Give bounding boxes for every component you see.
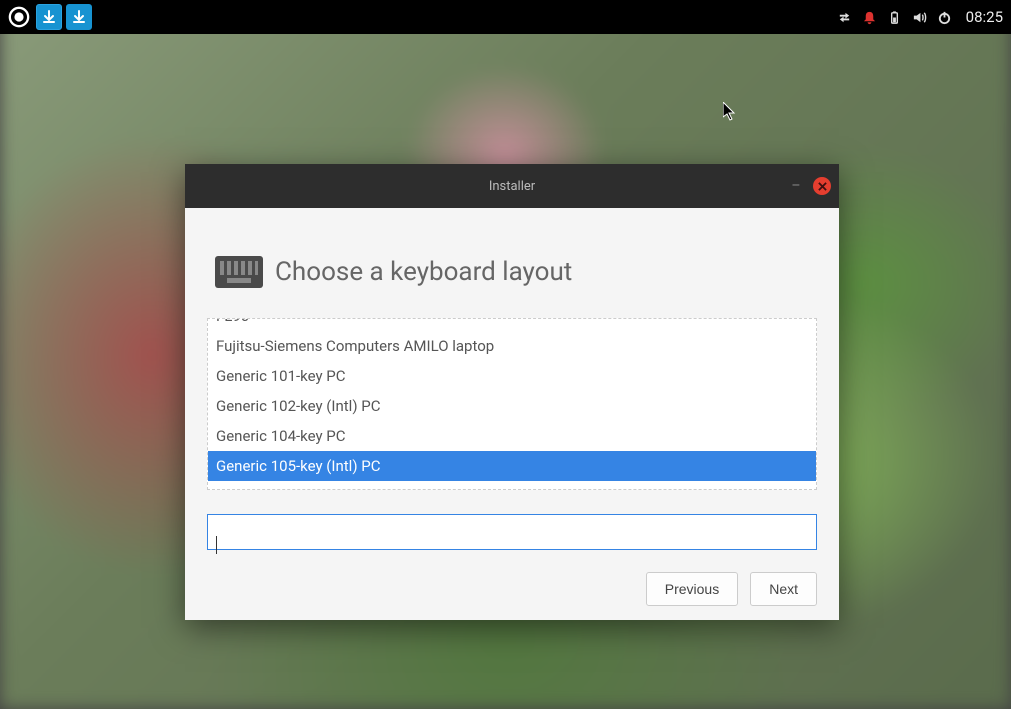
previous-button[interactable]: Previous <box>646 572 738 606</box>
list-item[interactable]: Generic 105-key (Intl) PC <box>208 451 816 481</box>
text-cursor <box>216 536 217 554</box>
list-item[interactable]: Generic 104-key PC <box>208 421 816 451</box>
clock[interactable]: 08:25 <box>962 8 1003 26</box>
battery-icon[interactable] <box>887 10 902 25</box>
power-icon[interactable] <box>937 10 952 25</box>
applications-menu-icon[interactable] <box>6 4 32 30</box>
keyboard-layout-list[interactable]: FL90Fujitsu-Siemens Computers AMILO lapt… <box>207 318 817 490</box>
list-item[interactable]: FL90 <box>208 318 816 331</box>
window-titlebar[interactable]: Installer – <box>185 164 839 208</box>
download-taskbar-icon[interactable] <box>66 4 92 30</box>
list-item[interactable]: Fujitsu-Siemens Computers AMILO laptop <box>208 331 816 361</box>
close-button[interactable] <box>813 177 831 195</box>
list-item[interactable]: Generic 101-key PC <box>208 361 816 391</box>
notification-icon[interactable] <box>862 10 877 25</box>
window-title: Installer <box>489 179 535 194</box>
installer-taskbar-icon[interactable] <box>36 4 62 30</box>
page-heading: Choose a keyboard layout <box>275 257 572 287</box>
minimize-button[interactable]: – <box>787 177 805 195</box>
top-panel: 08:25 <box>0 0 1011 34</box>
volume-icon[interactable] <box>912 10 927 25</box>
network-icon[interactable] <box>837 10 852 25</box>
next-button[interactable]: Next <box>750 572 817 606</box>
installer-window: Installer – Choose a keyboard layout FL9… <box>185 164 839 620</box>
list-item[interactable]: Generic 102-key (Intl) PC <box>208 391 816 421</box>
keyboard-icon <box>215 256 263 288</box>
keyboard-test-input[interactable] <box>207 514 817 550</box>
